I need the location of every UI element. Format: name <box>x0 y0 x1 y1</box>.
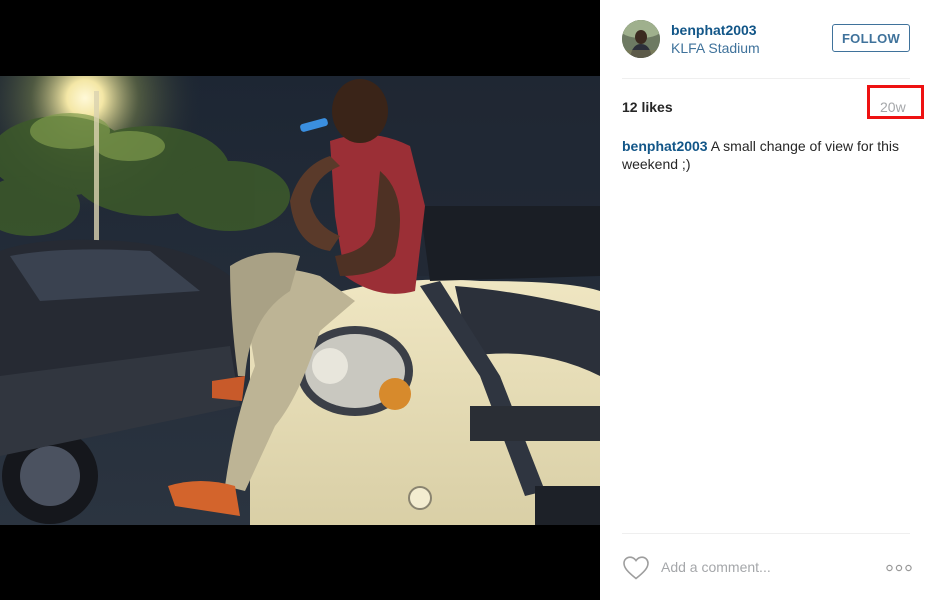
divider <box>622 78 910 79</box>
heart-icon[interactable] <box>622 555 650 581</box>
post-caption: benphat2003 A small change of view for t… <box>622 137 912 173</box>
post-header: benphat2003 KLFA Stadium FOLLOW <box>622 20 912 60</box>
comment-bar <box>622 553 912 583</box>
divider <box>622 533 910 534</box>
post-details-panel: benphat2003 KLFA Stadium FOLLOW 12 likes… <box>600 0 934 600</box>
comment-input[interactable] <box>661 556 861 578</box>
follow-button[interactable]: FOLLOW <box>832 24 910 52</box>
more-options-icon[interactable] <box>886 561 912 573</box>
avatar[interactable] <box>622 20 660 58</box>
post-viewer: benphat2003 KLFA Stadium FOLLOW 12 likes… <box>0 0 934 600</box>
location-link[interactable]: KLFA Stadium <box>671 40 760 56</box>
likes-count[interactable]: 12 likes <box>622 99 673 115</box>
post-photo[interactable] <box>0 76 600 525</box>
caption-username[interactable]: benphat2003 <box>622 138 708 154</box>
username-link[interactable]: benphat2003 <box>671 22 757 38</box>
media-area <box>0 0 600 600</box>
post-timestamp[interactable]: 20w <box>880 99 906 115</box>
